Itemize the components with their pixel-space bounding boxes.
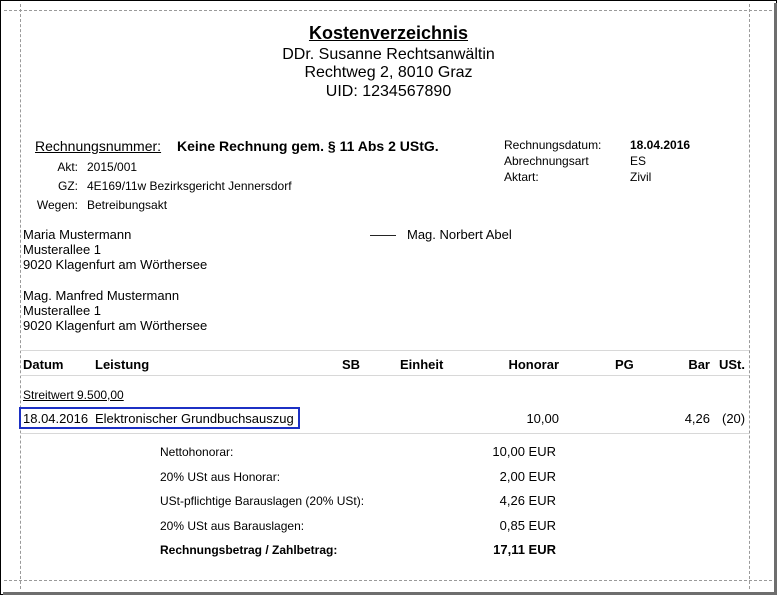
col-header-leistung: Leistung [95,357,150,372]
row-bar: 4,26 [684,411,710,426]
invoice-date-label: Rechnungsdatum: [504,138,602,152]
total-expenses-label: USt-pflichtige Barauslagen (20% USt): [160,494,365,508]
wegen-value: Betreibungsakt [87,198,168,212]
col-header-honorar: Honorar [508,357,559,372]
client-city: 9020 Klagenfurt am Wörthersee [23,257,208,272]
total-expenses-value: 4,26 EUR [499,493,556,508]
col-header-einheit: Einheit [400,357,444,372]
client-name: Maria Mustermann [23,227,132,242]
table-top-rule [20,350,749,351]
table-bottom-rule [20,433,749,434]
representative-street: Musterallee 1 [23,303,102,318]
gz-label: GZ: [58,179,78,193]
row-ust: (20) [722,411,746,426]
row-honorar: 10,00 [526,411,559,426]
firm-name: DDr. Susanne Rechtsanwältin [282,46,495,63]
opponent-dash: —— [370,227,396,242]
client-street: Musterallee 1 [23,242,102,257]
firm-uid: UID: 1234567890 [325,83,452,100]
total-net-fee-value: 10,00 EUR [492,444,556,459]
row-datum[interactable]: 18.04.2016 [23,411,88,426]
case-type-label: Aktart: [504,170,539,184]
total-invoice-amount-value: 17,11 EUR [493,542,556,557]
invoice-number-value: Keine Rechnung gem. § 11 Abs 2 UStG. [177,138,439,154]
total-vat-expenses-label: 20% USt aus Barauslagen: [160,519,305,533]
total-invoice-amount-label: Rechnungsbetrag / Zahlbetrag: [160,543,338,557]
col-header-ust: USt. [719,357,745,372]
row-leistung[interactable]: Elektronischer Grundbuchsauszug [95,411,294,426]
total-vat-fee-value: 2,00 EUR [499,469,556,484]
col-header-sb: SB [342,357,361,372]
billing-type-label: Abrechnungsart [504,154,589,168]
total-vat-fee-label: 20% USt aus Honorar: [160,470,281,484]
col-header-pg: PG [615,357,634,372]
total-vat-expenses-value: 0,85 EUR [499,518,556,533]
billing-type-value: ES [630,154,647,168]
col-header-bar: Bar [688,357,710,372]
invoice-date-value: 18.04.2016 [630,138,691,152]
gz-value: 4E169/11w Bezirksgericht Jennersdorf [87,179,292,193]
representative-name: Mag. Manfred Mustermann [23,288,180,303]
wegen-label: Wegen: [36,198,78,212]
opponent-name: Mag. Norbert Abel [407,227,512,242]
akt-label: Akt: [57,160,78,174]
table-header-rule [20,375,749,376]
akt-value: 2015/001 [87,160,138,174]
representative-city: 9020 Klagenfurt am Wörthersee [23,318,208,333]
margin-guide-top [4,10,772,11]
firm-address: Rechtweg 2, 8010 Graz [304,64,473,81]
document-title: Kostenverzeichnis [308,23,469,43]
col-header-datum: Datum [23,357,64,372]
invoice-number-label: Rechnungsnummer: [35,138,162,154]
case-type-value: Zivil [630,170,652,184]
streitwert-label: Streitwert 9.500,00 [23,388,124,402]
margin-guide-bottom [4,580,772,581]
total-net-fee-label: Nettohonorar: [160,445,234,459]
